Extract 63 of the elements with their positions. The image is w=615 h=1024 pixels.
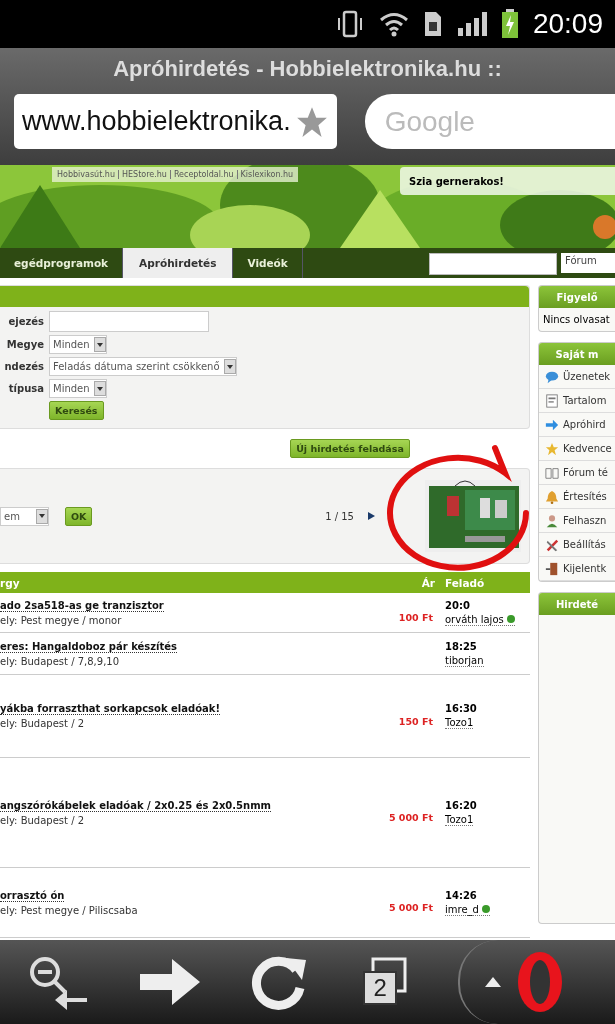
nav-tab[interactable]: Apróhirdetés: [123, 248, 234, 278]
watch-text: Nincs olvasat: [542, 313, 611, 327]
menu-link[interactable]: Értesítés: [563, 491, 607, 502]
dropdown[interactable]: Minden: [49, 335, 107, 354]
box-heading: Saját m: [539, 343, 615, 365]
site-link[interactable]: Receptoldal.hu: [169, 170, 234, 179]
ad-time: 18:25: [445, 640, 478, 652]
ad-title-link[interactable]: eres: Hangaldoboz pár készítés: [0, 640, 178, 653]
user-link[interactable]: imre_d: [445, 903, 479, 915]
ad-location: ely: Budapest / 2: [0, 718, 86, 729]
ad-location: ely: Pest megye / monor: [0, 614, 123, 626]
ad-title-link[interactable]: orrasztó ón: [0, 889, 65, 902]
dropdown[interactable]: em: [0, 506, 49, 526]
page-title: Apróhirdetés - Hobbielektronika.hu ::: [113, 56, 502, 82]
column-header: Ár: [420, 576, 436, 589]
ad-price: 5 000 Ft: [388, 902, 433, 913]
ad-price: 150 Ft: [398, 715, 433, 727]
ad-price: 5 000 Ft: [388, 812, 433, 823]
new-ad-button[interactable]: Új hirdetés feladása: [290, 439, 410, 458]
ad-time: 14:26: [445, 889, 478, 901]
column-header: rgy: [0, 576, 21, 589]
menu-link[interactable]: Apróhird: [563, 419, 606, 430]
box-heading: Figyelő: [539, 286, 615, 308]
forum-select[interactable]: Fórum: [561, 253, 615, 273]
field-label: típusa: [7, 383, 44, 394]
menu-link[interactable]: Tartalom: [563, 395, 607, 406]
user-link[interactable]: Tozo1: [445, 813, 474, 825]
menu-link[interactable]: Fórum té: [563, 467, 608, 478]
menu-link[interactable]: Kedvence: [563, 443, 612, 454]
menu-link[interactable]: Kijelentk: [563, 563, 607, 574]
search-button[interactable]: Keresés: [49, 401, 104, 420]
ad-location: ely: Budapest / 7,8,9,10: [0, 655, 121, 667]
field-label: ejezés: [7, 316, 44, 327]
ok-button[interactable]: OK: [65, 506, 93, 526]
field-label: Megye: [5, 339, 44, 350]
column-header: Feladó: [445, 576, 486, 589]
menu-link[interactable]: Üzenetek: [563, 371, 611, 382]
greeting: Szia gernerakos!: [409, 175, 504, 187]
box-heading: Hirdeté: [539, 593, 615, 615]
ad-time: 16:20: [445, 799, 478, 811]
search-field[interactable]: Google: [364, 94, 615, 149]
clock: 20:09: [532, 8, 603, 40]
user-link[interactable]: Tozo1: [445, 717, 474, 728]
site-link[interactable]: Kislexikon.hu: [236, 170, 294, 179]
ad-location: ely: Pest megye / Piliscsaba: [0, 904, 139, 916]
site-link[interactable]: Hobbivasút.hu: [57, 170, 115, 179]
dropdown[interactable]: Minden: [49, 379, 107, 398]
user-link[interactable]: tiborjan: [445, 654, 484, 666]
ad-title-link[interactable]: angszórókábelek eladóak / 2x0.25 és 2x0.5nmm: [0, 799, 271, 812]
field-label: ndezés: [3, 361, 44, 372]
menu-link[interactable]: Beállítás: [563, 539, 606, 550]
ad-location: ely: Budapest / 2: [0, 814, 86, 826]
ad-title-link[interactable]: ado 2sa518-as ge tranzisztor: [0, 599, 164, 612]
page-counter: 1 / 15: [325, 510, 354, 522]
ad-price: 100 Ft: [398, 612, 433, 623]
menu-link[interactable]: Felhaszn: [563, 515, 607, 526]
ad-time: 16:30: [445, 703, 478, 714]
ad-time: 20:0: [445, 599, 471, 611]
user-link[interactable]: orváth lajos: [445, 613, 504, 625]
site-link[interactable]: HEStore.hu: [118, 170, 167, 179]
dropdown[interactable]: Feladás dátuma szerint csökkenő: [49, 357, 237, 376]
ad-title-link[interactable]: yákba forraszthat sorkapcsok eladóak!: [0, 703, 220, 715]
address-bar[interactable]: www.hobbielektronika.: [14, 94, 337, 149]
